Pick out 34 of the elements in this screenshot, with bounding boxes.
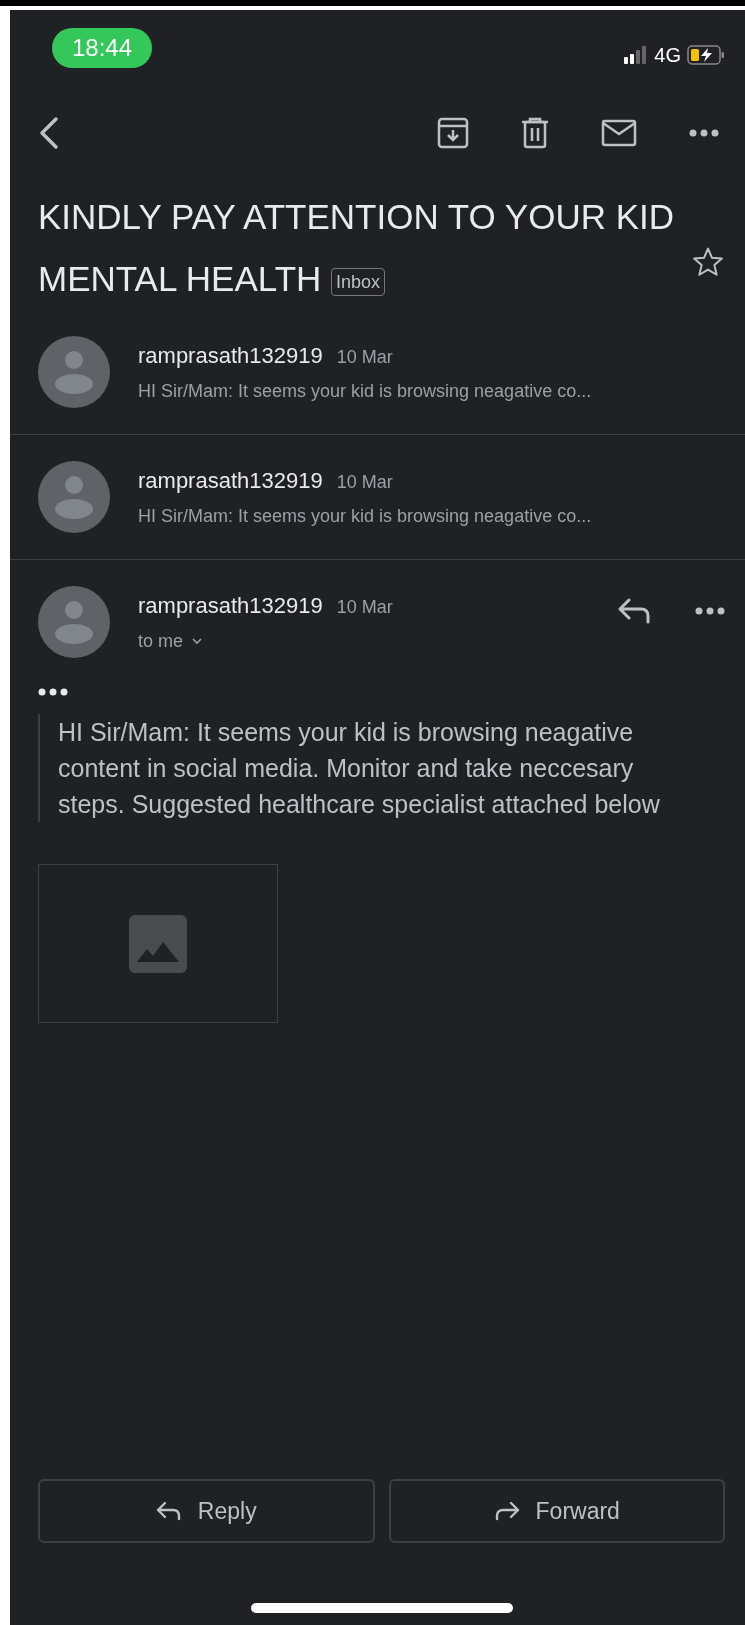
forward-icon bbox=[493, 1501, 520, 1521]
avatar-icon bbox=[38, 586, 110, 658]
forward-button[interactable]: Forward bbox=[388, 1479, 725, 1543]
image-placeholder-icon bbox=[129, 914, 187, 973]
show-quoted-icon[interactable] bbox=[38, 688, 68, 696]
mail-icon[interactable] bbox=[601, 119, 637, 147]
sender-name: ramprasath132919 bbox=[138, 467, 323, 494]
inbox-label: Inbox bbox=[331, 267, 386, 296]
more-icon[interactable] bbox=[695, 607, 725, 615]
network-label: 4G bbox=[654, 43, 681, 67]
signal-icon bbox=[624, 46, 649, 64]
chevron-icon bbox=[191, 637, 204, 645]
message-body: HI Sir/Mam: It seems your kid is browsing neagative content in social media. Monitor and take neccesary steps. Suggested healthcare specialist attached below bbox=[58, 717, 661, 820]
delete-icon[interactable] bbox=[521, 117, 549, 149]
avatar-icon bbox=[38, 461, 110, 533]
message-date: 10 Mar bbox=[336, 346, 393, 368]
reply-icon[interactable] bbox=[617, 598, 651, 624]
message-date: 10 Mar bbox=[336, 471, 393, 493]
battery-icon bbox=[687, 45, 725, 65]
status-time: 18:44 bbox=[52, 28, 153, 68]
sender-name: ramprasath132919 bbox=[138, 592, 323, 619]
message-date: 10 Mar bbox=[336, 596, 393, 618]
message-snippet: HI Sir/Mam: It seems your kid is browsing neagative co... bbox=[138, 380, 593, 402]
reply-button[interactable]: Reply bbox=[38, 1479, 375, 1543]
recipient-toggle[interactable]: to me bbox=[138, 630, 589, 652]
sender-name: ramprasath132919 bbox=[138, 342, 323, 369]
email-subject: KINDLY PAY ATTENTION TO YOUR KID MENTAL HEALTH Inbox bbox=[38, 196, 675, 300]
reply-icon bbox=[155, 1501, 182, 1521]
avatar-icon bbox=[38, 336, 110, 408]
star-icon[interactable] bbox=[691, 245, 725, 279]
more-icon[interactable] bbox=[689, 129, 719, 137]
back-icon[interactable] bbox=[38, 116, 60, 150]
archive-icon[interactable] bbox=[437, 117, 469, 149]
message-snippet: HI Sir/Mam: It seems your kid is browsing neagative co... bbox=[138, 505, 593, 527]
